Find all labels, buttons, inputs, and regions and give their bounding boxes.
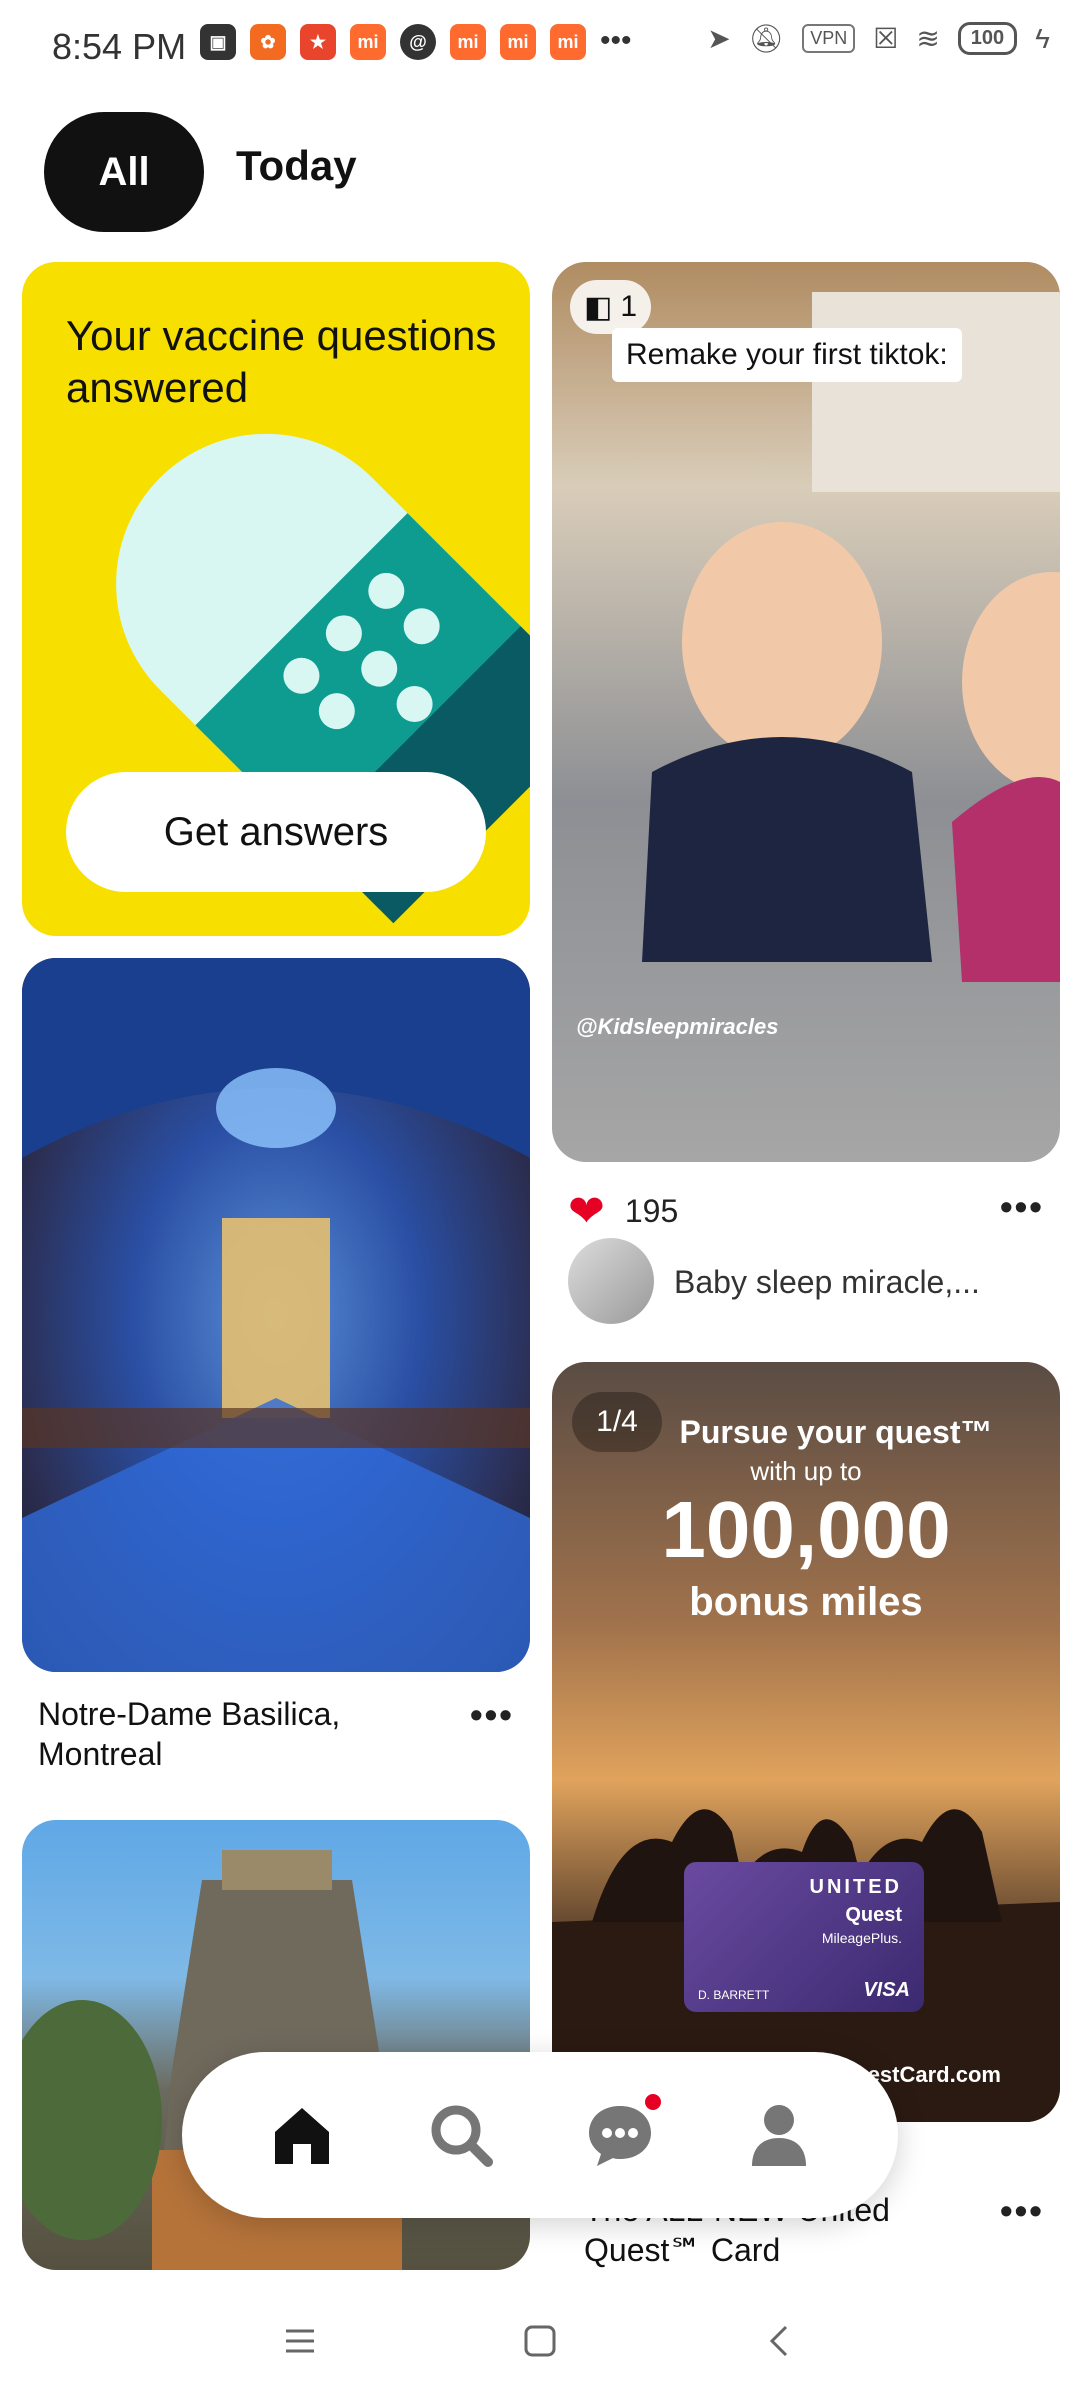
system-navigation-bar: [0, 2282, 1080, 2400]
basilica-more-button[interactable]: •••: [470, 1694, 514, 1736]
mi-icon: mi: [350, 24, 386, 60]
notification-dot: [644, 2094, 661, 2110]
credit-card-image: UNITED Quest MileagePlus. D. BARRETT VIS…: [684, 1862, 924, 2012]
mute-icon: 🔕︎: [748, 23, 785, 54]
ad-more-button[interactable]: •••: [1000, 2190, 1044, 2232]
ad-amount: 100,000: [661, 1485, 951, 1574]
chat-icon: [588, 2106, 651, 2166]
back-icon[interactable]: [760, 2321, 800, 2361]
card-name: Quest: [845, 1904, 902, 1926]
bottom-navigation: [182, 2052, 898, 2218]
pin-author[interactable]: Baby sleep miracle,...: [674, 1264, 980, 1301]
battery-icon: 100: [957, 22, 1018, 55]
basilica-pin[interactable]: [22, 958, 530, 1672]
more-notifications-icon: •••: [600, 24, 632, 57]
profile-button[interactable]: [734, 2090, 824, 2180]
mi-icon: mi: [500, 24, 536, 60]
status-bar: 8:54 PM ▣ ✿ ★ mi @ mi mi mi ••• ➤ 🔕︎ VPN…: [0, 0, 1080, 90]
multi-image-icon: ◧: [584, 290, 613, 324]
vaccine-promo-card[interactable]: Your vaccine questions answered Get answ…: [22, 262, 530, 936]
card-holder: D. BARRETT: [698, 1988, 770, 2002]
no-sim-icon: ☒: [873, 23, 899, 54]
wifi-icon: ≋: [916, 23, 940, 54]
baby-video-pin[interactable]: ◧ 1 Remake your first tiktok: @Kidsleepm…: [552, 262, 1060, 1162]
system-icons: ➤ 🔕︎ VPN ☒ ≋ 100 ϟ: [707, 22, 1050, 55]
pin-count-badge: ◧ 1: [570, 280, 652, 334]
charging-icon: ϟ: [1035, 22, 1050, 54]
tab-today[interactable]: Today: [236, 142, 357, 190]
like-count: 195: [624, 1193, 679, 1229]
credit-card-ad-pin[interactable]: 1/4 Pursue your quest™ with up to 100,00…: [552, 1362, 1060, 2122]
heart-icon[interactable]: ❤: [568, 1186, 605, 1237]
location-icon: ➤: [707, 23, 731, 54]
home-square-icon[interactable]: [520, 2321, 560, 2361]
baby-pin-more-button[interactable]: •••: [1000, 1186, 1044, 1228]
vpn-icon: VPN: [802, 24, 856, 53]
vaccine-card-title: Your vaccine questions answered: [66, 312, 497, 411]
video-overlay-text: Remake your first tiktok:: [612, 328, 962, 382]
ad-subline: with up to: [750, 1456, 862, 1486]
ad-headline: Pursue your quest™: [679, 1414, 993, 1450]
notification-icons: ▣ ✿ ★ mi @ mi mi mi •••: [200, 24, 632, 60]
reaction-row: ❤ 195: [568, 1186, 678, 1237]
app-notification-icon: ✿: [250, 24, 286, 60]
status-time: 8:54 PM: [52, 26, 187, 67]
card-network: VISA: [863, 1979, 910, 2001]
messages-button[interactable]: [575, 2090, 665, 2180]
mi-icon: mi: [550, 24, 586, 60]
avatar[interactable]: [568, 1238, 654, 1324]
pin-count: 1: [620, 290, 638, 323]
basilica-photo: [22, 958, 530, 1672]
video-credit: @Kidsleepmiracles: [576, 1014, 779, 1039]
search-button[interactable]: [416, 2090, 506, 2180]
mi-icon: mi: [450, 24, 486, 60]
card-brand: UNITED: [809, 1876, 902, 1898]
app-notification-icon: ★: [300, 24, 336, 60]
basilica-caption[interactable]: Notre-Dame Basilica, Montreal: [38, 1694, 458, 1774]
home-button[interactable]: [257, 2090, 347, 2180]
home-icon: [274, 2108, 329, 2164]
at-icon: @: [400, 24, 436, 60]
profile-icon: [751, 2105, 806, 2166]
get-answers-button[interactable]: Get answers: [66, 772, 486, 892]
card-program: MileagePlus.: [821, 1930, 902, 1946]
game-icon: ▣: [200, 24, 236, 60]
tab-all[interactable]: All: [44, 112, 204, 232]
search-icon: [431, 2105, 493, 2167]
ad-bonus: bonus miles: [689, 1580, 923, 1624]
menu-icon[interactable]: [280, 2321, 320, 2361]
